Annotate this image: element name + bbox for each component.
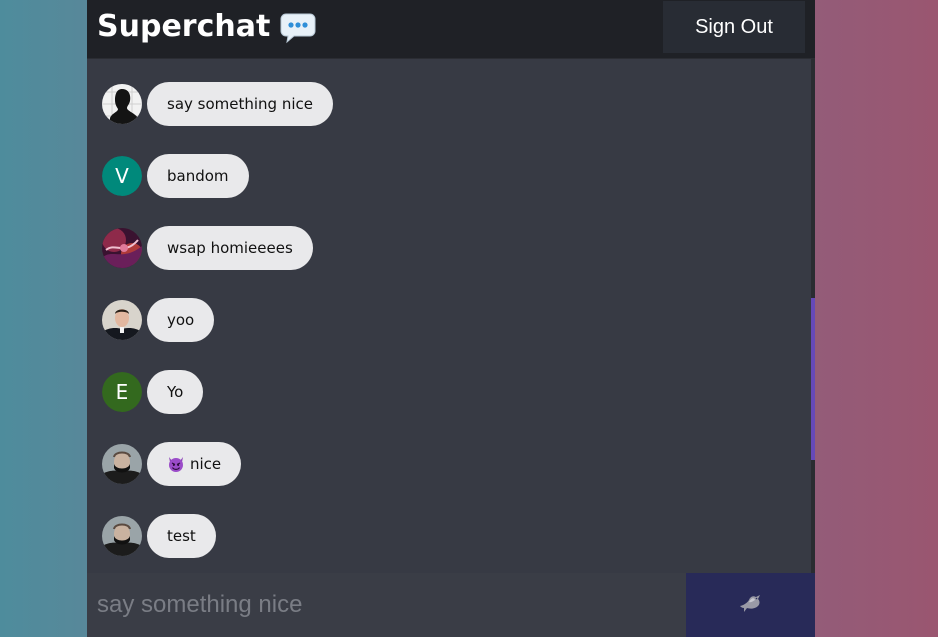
avatar	[102, 300, 142, 340]
avatar: E	[102, 372, 142, 412]
message-bubble: wsap homieeees	[147, 226, 313, 270]
message-text: nice	[190, 455, 222, 473]
message-item: nice	[102, 442, 242, 486]
app-header: Superchat Sign Out	[87, 0, 815, 59]
app-title: Superchat	[97, 8, 316, 46]
message-text: bandom	[167, 167, 229, 185]
message-list[interactable]: say something nice V bandom wsap homieee…	[87, 59, 811, 573]
message-input[interactable]	[87, 573, 686, 637]
message-item: say something nice	[102, 82, 333, 126]
smiling-devil-icon	[167, 455, 185, 473]
message-bubble: yoo	[147, 298, 215, 342]
message-list-scrollbar[interactable]	[811, 59, 815, 573]
message-text: yoo	[167, 311, 195, 329]
message-text: wsap homieeees	[167, 239, 293, 257]
send-button[interactable]	[686, 573, 815, 637]
avatar-letter: E	[102, 372, 142, 412]
message-bubble: nice	[147, 442, 242, 486]
avatar	[102, 444, 142, 484]
sign-out-button[interactable]: Sign Out	[663, 1, 805, 53]
message-item: yoo	[102, 298, 215, 342]
message-text: Yo	[167, 383, 184, 401]
message-item: V bandom	[102, 154, 249, 198]
message-item: wsap homieeees	[102, 226, 313, 270]
message-bubble: Yo	[147, 370, 204, 414]
speech-balloon-icon	[280, 12, 316, 44]
message-composer	[87, 573, 815, 637]
message-bubble: test	[147, 514, 216, 558]
dove-icon	[738, 594, 764, 617]
avatar	[102, 228, 142, 268]
avatar	[102, 516, 142, 556]
message-text: say something nice	[167, 95, 313, 113]
avatar: V	[102, 156, 142, 196]
message-bubble: say something nice	[147, 82, 333, 126]
avatar-letter: V	[102, 156, 142, 196]
message-text: test	[167, 527, 196, 545]
avatar	[102, 84, 142, 124]
scrollbar-thumb[interactable]	[811, 298, 815, 460]
message-bubble: bandom	[147, 154, 249, 198]
message-item: E Yo	[102, 370, 204, 414]
app-title-text: Superchat	[97, 9, 271, 44]
message-item: test	[102, 514, 216, 558]
chat-app: Superchat Sign Out say something nice V …	[87, 0, 815, 637]
